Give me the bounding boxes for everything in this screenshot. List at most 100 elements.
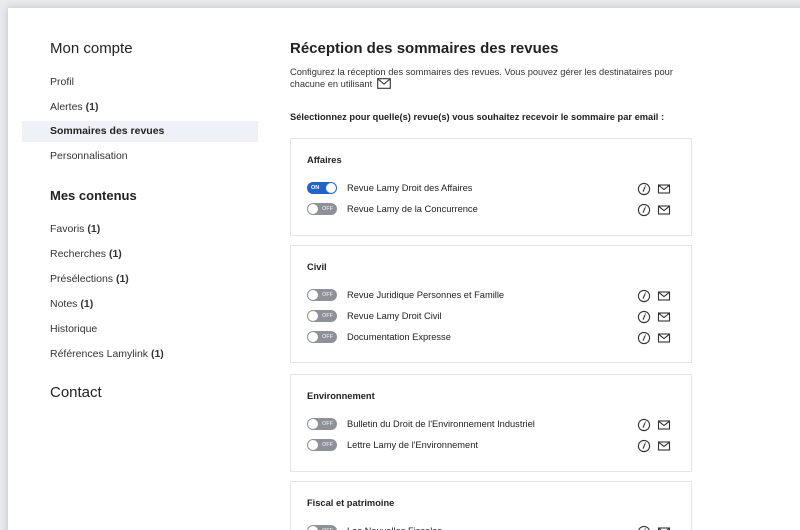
review-row: ON Revue Lamy Droit des Affaires — [307, 181, 687, 196]
review-actions — [637, 203, 677, 217]
review-row: OFF Documentation Expresse — [307, 330, 687, 345]
sidebar-item-label: Historique — [50, 323, 98, 335]
sidebar-item-notes[interactable]: Notes (1) — [22, 294, 258, 315]
category-card: Environnement OFF Bulletin du Droit de l'E… — [290, 374, 692, 472]
sidebar-item-count: (1) — [115, 273, 129, 285]
category-title: Civil — [307, 262, 327, 272]
envelope-icon[interactable] — [657, 289, 671, 303]
toggle-knob — [308, 311, 318, 321]
category-card: Affaires ON Revue Lamy Droit des Affaires O… — [290, 138, 692, 236]
toggle-state-label: OFF — [322, 442, 333, 448]
info-circle-icon[interactable] — [637, 310, 651, 324]
sidebar-item-count: (1) — [80, 298, 94, 310]
sidebar-item-label: Profil — [50, 76, 74, 88]
sidebar-item-contact[interactable]: Contact — [50, 384, 102, 401]
toggle-knob — [326, 183, 336, 193]
sidebar-item-label: Présélections — [50, 273, 114, 285]
page-title: Réception des sommaires des revues — [290, 40, 559, 57]
sidebar-item-count: (1) — [85, 101, 99, 113]
sidebar-item-profil[interactable]: Profil — [22, 72, 258, 93]
review-actions — [637, 182, 677, 196]
toggle-knob — [308, 419, 318, 429]
sidebar-item-label: Favoris — [50, 223, 85, 235]
sidebar-item-count: (1) — [108, 248, 122, 260]
toggle-state-label: OFF — [322, 206, 333, 212]
toggle-knob — [308, 204, 318, 214]
main-content: Réception des sommaires des revues Confi… — [290, 8, 790, 530]
review-label: Bulletin du Droit de l'Environnement Ind… — [347, 419, 535, 429]
review-label: Revue Lamy Droit Civil — [347, 311, 442, 321]
sidebar-item-favoris[interactable]: Favoris (1) — [22, 219, 258, 240]
info-circle-icon[interactable] — [637, 203, 651, 217]
review-label: Revue Juridique Personnes et Famille — [347, 290, 505, 300]
review-row: OFF Les Nouvelles Fiscales — [307, 524, 687, 530]
envelope-icon[interactable] — [657, 331, 671, 345]
review-toggle[interactable]: OFF — [307, 439, 337, 451]
envelope-icon[interactable] — [657, 439, 671, 453]
section-title-account: Mon compte — [50, 40, 133, 57]
toggle-state-label: OFF — [322, 421, 333, 427]
app-window: Mon compte Profil Alertes (1) Sommaires … — [8, 8, 800, 530]
sidebar-item-personnalisation[interactable]: Personnalisation — [22, 146, 258, 167]
category-title: Environnement — [307, 391, 375, 401]
sidebar-item-label: Alertes — [50, 101, 83, 113]
sidebar-item-references-lamylink[interactable]: Références Lamylink (1) — [22, 344, 258, 365]
sidebar-item-preselections[interactable]: Présélections (1) — [22, 269, 258, 290]
envelope-icon[interactable] — [657, 203, 671, 217]
sidebar-item-count: (1) — [87, 223, 101, 235]
envelope-icon[interactable] — [657, 310, 671, 324]
toggle-state-label: ON — [311, 185, 320, 191]
review-label: Revue Lamy de la Concurrence — [347, 204, 478, 214]
sidebar-item-alertes[interactable]: Alertes (1) — [22, 97, 258, 118]
intro-text-body: Configurez la réception des sommaires de… — [290, 67, 673, 89]
review-actions — [637, 331, 677, 345]
review-row: OFF Revue Lamy de la Concurrence — [307, 202, 687, 217]
review-toggle[interactable]: OFF — [307, 310, 337, 322]
info-circle-icon[interactable] — [637, 289, 651, 303]
sidebar-item-label: Personnalisation — [50, 150, 128, 162]
sidebar-item-recherches[interactable]: Recherches (1) — [22, 244, 258, 265]
sidebar-item-label: Notes — [50, 298, 78, 310]
sidebar-item-sommaires[interactable]: Sommaires des revues — [22, 121, 258, 142]
review-row: OFF Revue Juridique Personnes et Famille — [307, 288, 687, 303]
envelope-icon[interactable] — [657, 525, 671, 530]
category-card: Fiscal et patrimoine OFF Les Nouvelles Fis… — [290, 481, 692, 530]
review-label: Documentation Expresse — [347, 332, 451, 342]
review-toggle[interactable]: OFF — [307, 331, 337, 343]
info-circle-icon[interactable] — [637, 418, 651, 432]
category-title: Affaires — [307, 155, 342, 165]
category-card: Civil OFF Revue Juridique Personnes et Fam… — [290, 245, 692, 363]
review-label: Les Nouvelles Fiscales — [347, 524, 442, 530]
review-label: Lettre Lamy de l'Environnement — [347, 440, 478, 450]
toggle-knob — [308, 332, 318, 342]
review-toggle[interactable]: ON — [307, 182, 337, 194]
review-actions — [637, 310, 677, 324]
review-actions — [637, 418, 677, 432]
review-row: OFF Lettre Lamy de l'Environnement — [307, 438, 687, 453]
review-row: OFF Bulletin du Droit de l'Environnement … — [307, 417, 687, 432]
toggle-state-label: OFF — [322, 313, 333, 319]
sidebar-item-count: (1) — [150, 348, 164, 360]
info-circle-icon[interactable] — [637, 439, 651, 453]
review-actions — [637, 439, 677, 453]
toggle-knob — [308, 526, 318, 530]
sidebar-item-historique[interactable]: Historique — [22, 319, 258, 340]
toggle-state-label: OFF — [322, 292, 333, 298]
info-circle-icon[interactable] — [637, 182, 651, 196]
info-circle-icon[interactable] — [637, 331, 651, 345]
envelope-icon[interactable] — [657, 182, 671, 196]
toggle-knob — [308, 290, 318, 300]
review-toggle[interactable]: OFF — [307, 289, 337, 301]
envelope-icon[interactable] — [657, 418, 671, 432]
envelope-icon — [376, 78, 391, 92]
section-title-contents: Mes contenus — [50, 188, 137, 203]
sidebar-item-label: Références Lamylink — [50, 348, 149, 360]
review-toggle[interactable]: OFF — [307, 418, 337, 430]
toggle-state-label: OFF — [322, 334, 333, 340]
info-circle-icon[interactable] — [637, 525, 651, 530]
review-label: Revue Lamy Droit des Affaires — [347, 183, 473, 193]
review-toggle[interactable]: OFF — [307, 203, 337, 215]
toggle-knob — [308, 440, 318, 450]
review-toggle[interactable]: OFF — [307, 525, 337, 530]
sidebar: Mon compte Profil Alertes (1) Sommaires … — [8, 8, 260, 530]
